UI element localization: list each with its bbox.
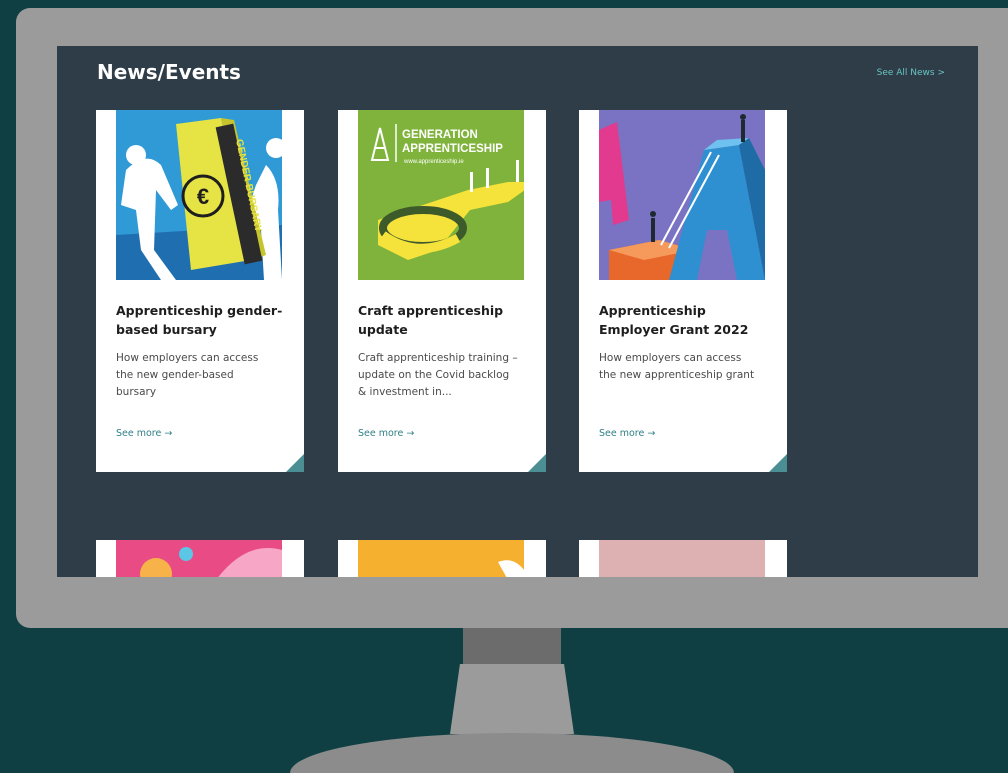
- monitor-stand: [450, 664, 574, 734]
- card-illustration-generation-apprenticeship: GENERATION APPRENTICESHIP www.apprentice…: [358, 110, 524, 280]
- see-more-link[interactable]: See more →: [599, 428, 655, 439]
- news-card-craft-update[interactable]: GENERATION APPRENTICESHIP www.apprentice…: [338, 110, 546, 472]
- card-corner-accent: [769, 454, 787, 472]
- card-illustration-employer-grant: [599, 110, 765, 280]
- card-title[interactable]: Apprenticeship Employer Grant 2022: [599, 301, 769, 339]
- news-card-bursary[interactable]: GENDER BURSARY € Apprenticeship gender-b…: [96, 110, 304, 472]
- page-title: News/Events: [97, 60, 241, 84]
- card-illustration-partial: [358, 540, 524, 577]
- card-illustration-partial: [599, 540, 765, 577]
- euro-icon: €: [197, 184, 209, 209]
- card-corner-accent: [286, 454, 304, 472]
- monitor-neck: [463, 628, 561, 664]
- news-card-partial[interactable]: [579, 540, 787, 577]
- see-more-link[interactable]: See more →: [358, 428, 414, 439]
- card-description: How employers can access the new gender-…: [116, 352, 259, 398]
- card-corner-accent: [528, 454, 546, 472]
- see-more-link[interactable]: See more →: [116, 428, 172, 439]
- news-card-partial[interactable]: [338, 540, 546, 577]
- see-all-news-link[interactable]: See All News >: [877, 68, 945, 78]
- card-title[interactable]: Apprenticeship gender-based bursary: [116, 301, 286, 339]
- card-description: How employers can access the new apprent…: [599, 352, 755, 381]
- card-illustration-partial: [116, 540, 282, 577]
- news-card-partial[interactable]: [96, 540, 304, 577]
- art-heading-apprenticeship: APPRENTICESHIP: [402, 143, 503, 155]
- monitor-foot: [290, 733, 734, 773]
- news-card-employer-grant[interactable]: Apprenticeship Employer Grant 2022 How e…: [579, 110, 787, 472]
- card-title[interactable]: Craft apprenticeship update: [358, 301, 528, 339]
- card-description: Craft apprenticeship training – update o…: [358, 352, 518, 398]
- monitor-screen: News/Events See All News > GENDER BURSAR…: [57, 46, 978, 577]
- art-url: www.apprenticeship.ie: [403, 159, 464, 165]
- card-illustration-bursary: GENDER BURSARY €: [116, 110, 282, 280]
- art-heading-generation: GENERATION: [402, 129, 478, 141]
